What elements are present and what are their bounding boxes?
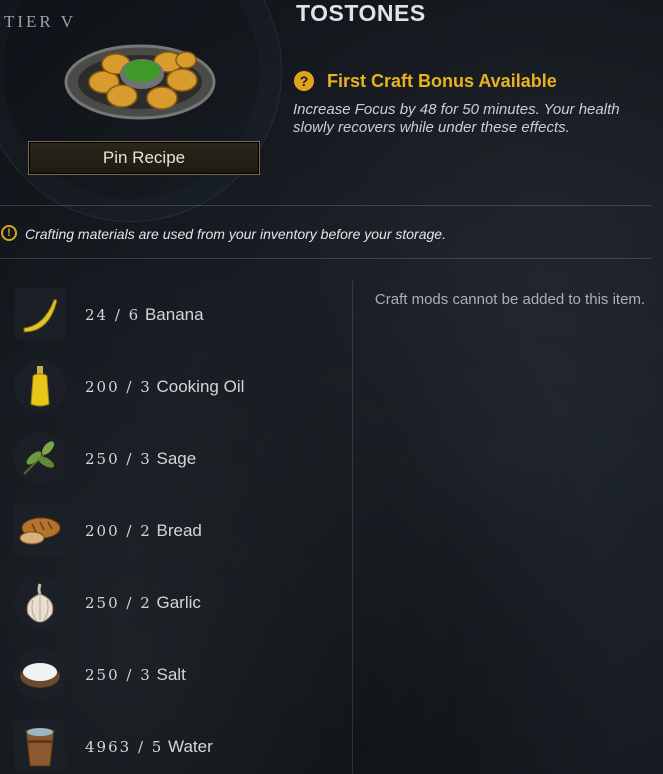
inventory-notice: Crafting materials are used from your in… bbox=[25, 226, 446, 242]
salt-icon bbox=[14, 648, 66, 700]
first-craft-bonus-description: Increase Focus by 48 for 50 minutes. You… bbox=[293, 101, 620, 136]
material-count: 4963 / 5 bbox=[85, 738, 164, 756]
material-name: Garlic bbox=[156, 593, 201, 612]
material-count: 200 / 2 bbox=[85, 522, 152, 540]
material-row: 200 / 3 Cooking Oil bbox=[14, 360, 344, 414]
material-row: 24 / 6 Banana bbox=[14, 288, 344, 342]
material-name: Salt bbox=[156, 665, 186, 684]
material-name: Bread bbox=[156, 521, 202, 540]
banana-icon bbox=[14, 288, 66, 340]
water-icon bbox=[14, 720, 66, 772]
first-craft-bonus-title: First Craft Bonus Available bbox=[327, 71, 557, 91]
material-count: 250 / 2 bbox=[85, 594, 152, 612]
material-count: 24 / 6 bbox=[85, 306, 141, 324]
material-name: Cooking Oil bbox=[156, 377, 245, 396]
material-count: 250 / 3 bbox=[85, 450, 152, 468]
material-row: 250 / 2 Garlic bbox=[14, 576, 344, 630]
pin-recipe-button[interactable]: Pin Recipe bbox=[28, 141, 260, 175]
material-row: 250 / 3 Salt bbox=[14, 648, 344, 702]
material-name: Banana bbox=[144, 305, 204, 324]
divider bbox=[0, 205, 651, 206]
tier-label: TIER V bbox=[4, 12, 76, 31]
craft-mods-note: Craft mods cannot be added to this item. bbox=[374, 291, 646, 308]
material-count: 200 / 3 bbox=[85, 378, 152, 396]
sage-icon bbox=[14, 432, 66, 484]
cooking-oil-icon bbox=[14, 360, 66, 412]
material-count: 250 / 3 bbox=[85, 666, 152, 684]
question-mark-icon: ? bbox=[294, 71, 314, 91]
recipe-title: TOSTONES bbox=[296, 0, 426, 26]
material-name: Sage bbox=[156, 449, 197, 468]
material-row: 250 / 3 Sage bbox=[14, 432, 344, 486]
divider bbox=[0, 258, 651, 259]
material-row: 200 / 2 Bread bbox=[14, 504, 344, 558]
material-name: Water bbox=[168, 737, 213, 756]
material-row: 4963 / 5 Water bbox=[14, 720, 344, 774]
tostones-dish-icon bbox=[64, 44, 216, 120]
exclamation-icon: ! bbox=[1, 225, 17, 241]
bread-icon bbox=[14, 504, 66, 556]
column-divider bbox=[352, 281, 353, 774]
garlic-icon bbox=[14, 576, 66, 628]
